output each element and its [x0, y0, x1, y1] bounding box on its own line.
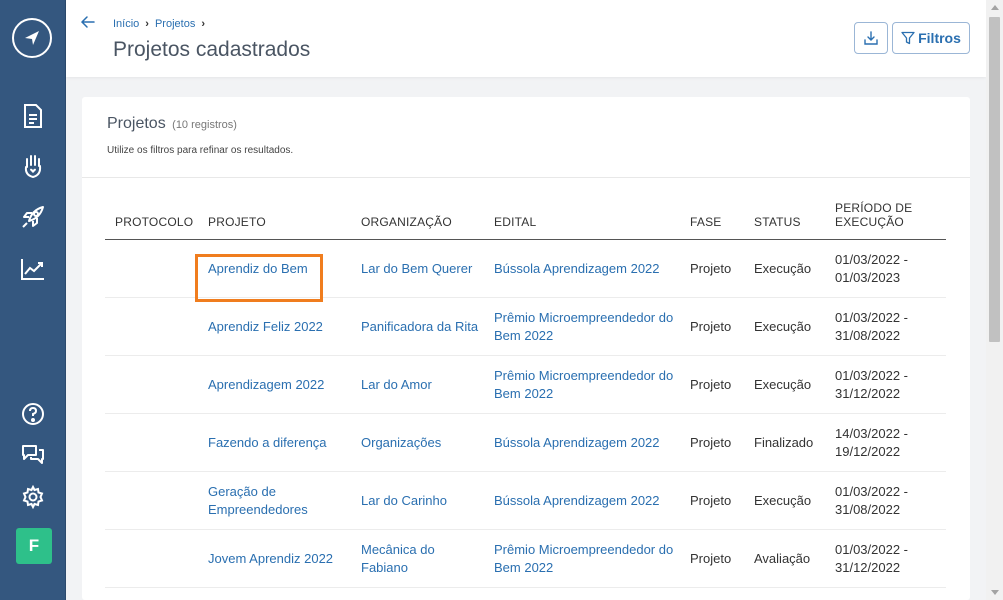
rocket-icon[interactable] [19, 203, 47, 231]
projects-table: PROTOCOLO PROJETO ORGANIZAÇÃO EDITAL FAS… [105, 201, 946, 588]
cell-projeto[interactable]: Aprendiz Feliz 2022 [198, 297, 351, 356]
cell-projeto[interactable]: Jovem Aprendiz 2022 [198, 529, 351, 588]
chat-icon[interactable] [19, 440, 47, 468]
cell-projeto[interactable]: Aprendizagem 2022 [198, 355, 351, 414]
back-arrow-icon[interactable] [80, 14, 96, 30]
cell-edital[interactable]: Bússola Aprendizagem 2022 [484, 239, 680, 298]
cell-edital[interactable]: Bússola Aprendizagem 2022 [484, 471, 680, 530]
cell-organizacao[interactable]: Mecânica do Fabiano [351, 529, 484, 588]
cell-periodo: 01/03/2022 - 01/03/2023 [825, 239, 946, 298]
cell-projeto[interactable]: Fazendo a diferença [198, 413, 351, 472]
help-icon[interactable] [19, 400, 47, 428]
header-fase[interactable]: FASE [680, 201, 744, 240]
cell-status: Execução [744, 355, 825, 414]
cell-edital[interactable]: Bússola Aprendizagem 2022 [484, 413, 680, 472]
scroll-up-icon[interactable] [991, 5, 999, 10]
cell-organizacao[interactable]: Lar do Amor [351, 355, 484, 414]
cell-periodo: 01/03/2022 - 31/12/2022 [825, 529, 946, 588]
header-periodo[interactable]: PERÍODO DE EXECUÇÃO [825, 201, 946, 240]
table-row: Jovem Aprendiz 2022 Mecânica do Fabiano Pr… [105, 529, 946, 588]
gear-icon[interactable] [19, 483, 47, 511]
filters-label: Filtros [918, 30, 961, 46]
cell-status: Avaliação [744, 529, 825, 588]
scroll-down-icon[interactable] [991, 590, 999, 595]
cell-protocolo [105, 529, 198, 588]
cell-fase: Projeto [680, 529, 744, 588]
document-icon[interactable] [19, 102, 47, 130]
cell-fase: Projeto [680, 355, 744, 414]
scrollbar[interactable] [986, 0, 1003, 600]
compass-logo-icon[interactable] [12, 18, 52, 58]
table-row: Aprendizagem 2022 Lar do Amor Prêmio Micro… [105, 355, 946, 414]
cell-organizacao[interactable]: Organizações [351, 413, 484, 472]
card-title: Projetos (10 registros) [107, 115, 237, 133]
cell-status: Finalizado [744, 413, 825, 472]
cell-periodo: 14/03/2022 - 19/12/2022 [825, 413, 946, 472]
table-row: Aprendiz Feliz 2022 Panificadora da Rita P… [105, 297, 946, 356]
card-title-text: Projetos [107, 115, 166, 132]
card-subtitle: Utilize os filtros para refinar os resul… [107, 145, 294, 156]
cell-status: Execução [744, 471, 825, 530]
cell-projeto[interactable]: Geração de Empreendedores [198, 471, 351, 530]
filter-icon [901, 31, 915, 45]
sidebar: F [0, 0, 66, 600]
projects-card: Projetos (10 registros) Utilize os filtr… [82, 97, 970, 600]
record-count: (10 registros) [172, 119, 237, 131]
cell-fase: Projeto [680, 471, 744, 530]
page-header: Início › Projetos › Projetos cadastrados… [66, 0, 986, 77]
download-icon [864, 31, 878, 45]
breadcrumb-home[interactable]: Início [113, 18, 139, 30]
table-header-row: PROTOCOLO PROJETO ORGANIZAÇÃO EDITAL FAS… [105, 201, 946, 240]
header-projeto[interactable]: PROJETO [198, 201, 351, 240]
chart-icon[interactable] [19, 255, 47, 283]
cell-protocolo [105, 297, 198, 356]
cell-protocolo [105, 413, 198, 472]
table-row: Aprendiz do Bem Lar do Bem Querer Bússola … [105, 239, 946, 298]
cell-projeto[interactable]: Aprendiz do Bem [198, 239, 351, 298]
scroll-thumb[interactable] [989, 17, 1000, 342]
cell-organizacao[interactable]: Lar do Bem Querer [351, 239, 484, 298]
header-protocolo[interactable]: PROTOCOLO [105, 201, 198, 240]
cell-fase: Projeto [680, 297, 744, 356]
header-status[interactable]: STATUS [744, 201, 825, 240]
avatar[interactable]: F [16, 528, 52, 564]
header-edital[interactable]: EDITAL [484, 201, 680, 240]
cell-edital[interactable]: Prêmio Microempreendedor do Bem 2022 [484, 355, 680, 414]
cell-organizacao[interactable]: Lar do Carinho [351, 471, 484, 530]
cell-periodo: 01/03/2022 - 31/08/2022 [825, 297, 946, 356]
table-row: Fazendo a diferença Organizações Bússola A… [105, 413, 946, 472]
cell-protocolo [105, 471, 198, 530]
cell-protocolo [105, 239, 198, 298]
divider [82, 177, 970, 178]
breadcrumb-separator: › [145, 18, 149, 30]
table-row: Geração de Empreendedores Lar do Carinho B… [105, 471, 946, 530]
hand-heart-icon[interactable] [19, 152, 47, 180]
cell-fase: Projeto [680, 413, 744, 472]
cell-edital[interactable]: Prêmio Microempreendedor do Bem 2022 [484, 297, 680, 356]
breadcrumb-projects[interactable]: Projetos [155, 18, 195, 30]
cell-status: Execução [744, 297, 825, 356]
cell-protocolo [105, 355, 198, 414]
filters-button[interactable]: Filtros [892, 22, 970, 54]
cell-periodo: 01/03/2022 - 31/12/2022 [825, 355, 946, 414]
cell-periodo: 01/03/2022 - 31/08/2022 [825, 471, 946, 530]
cell-fase: Projeto [680, 239, 744, 298]
header-organizacao[interactable]: ORGANIZAÇÃO [351, 201, 484, 240]
breadcrumb: Início › Projetos › [113, 18, 211, 30]
page-title: Projetos cadastrados [113, 38, 311, 61]
cell-organizacao[interactable]: Panificadora da Rita [351, 297, 484, 356]
cell-edital[interactable]: Prêmio Microempreendedor do Bem 2022 [484, 529, 680, 588]
download-button[interactable] [854, 22, 888, 54]
cell-status: Execução [744, 239, 825, 298]
breadcrumb-separator: › [201, 18, 205, 30]
